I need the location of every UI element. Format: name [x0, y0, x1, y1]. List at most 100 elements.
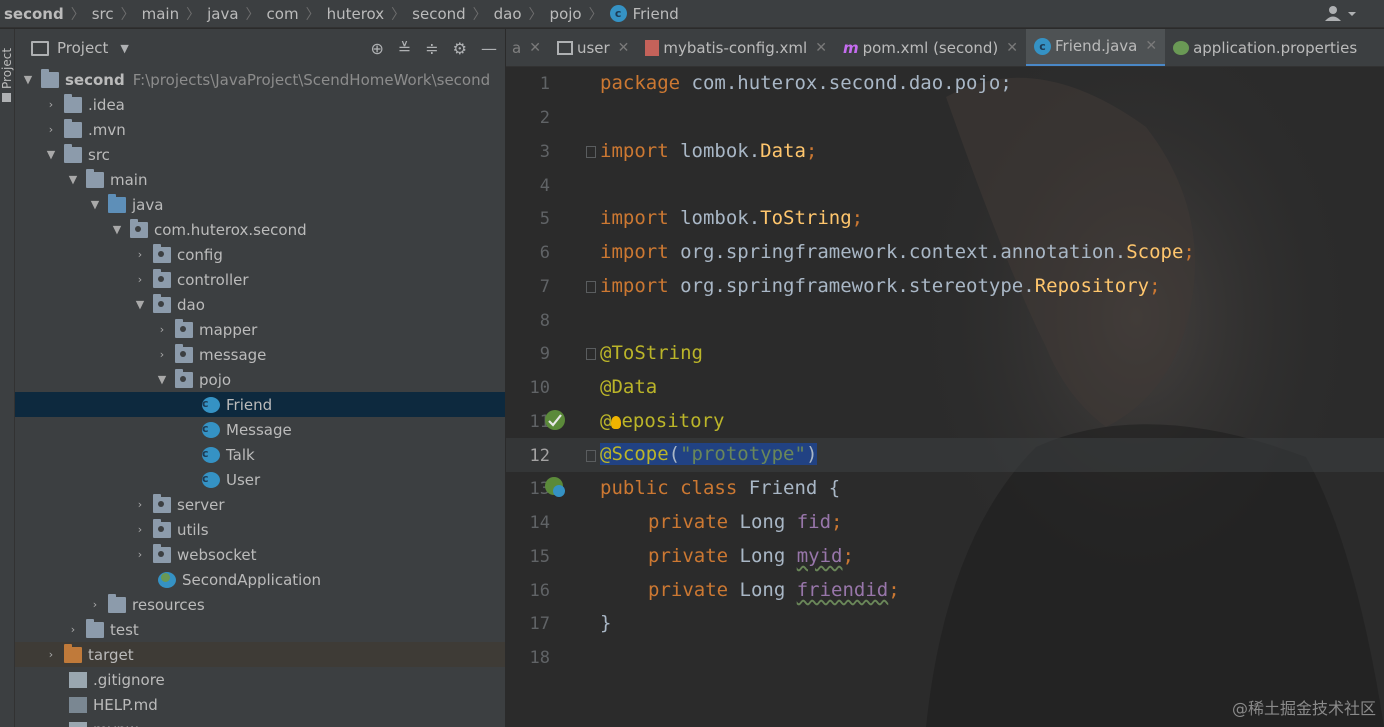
breadcrumb-item[interactable]: pojo 〉 — [550, 4, 610, 24]
tree-item-user[interactable]: c User — [15, 467, 505, 492]
breadcrumb-item[interactable]: dao 〉 — [494, 4, 550, 24]
tree-item-config[interactable]: › config — [15, 242, 505, 267]
tree-item-websocket[interactable]: › websocket — [15, 542, 505, 567]
folder-icon — [64, 118, 82, 138]
annotation-token: epository — [621, 410, 725, 432]
collapsed-arrow-icon[interactable]: › — [88, 598, 102, 611]
tree-item-friend[interactable]: c Friend — [15, 392, 505, 417]
fold-marker-icon[interactable] — [586, 146, 596, 158]
collapse-all-icon[interactable]: ≑ — [425, 39, 438, 58]
tree-item-message[interactable]: c Message — [15, 417, 505, 442]
punctuation-token: ; — [888, 579, 900, 601]
expanded-arrow-icon[interactable]: ▼ — [88, 198, 102, 211]
folder-icon — [64, 143, 82, 163]
collapsed-arrow-icon[interactable]: › — [155, 348, 169, 361]
breadcrumb-item[interactable]: huterox 〉 — [327, 4, 413, 24]
chevron-right-icon: 〉 — [588, 6, 603, 23]
collapsed-arrow-icon[interactable]: › — [66, 623, 80, 636]
breadcrumb-item[interactable]: second 〉 — [412, 4, 494, 24]
tree-item-idea[interactable]: › .idea — [15, 92, 505, 117]
tree-item-controller[interactable]: › controller — [15, 267, 505, 292]
punctuation-token: ; — [805, 140, 818, 162]
close-icon[interactable]: ✕ — [815, 40, 827, 56]
close-icon[interactable]: ✕ — [529, 40, 541, 56]
tree-item-talk[interactable]: c Talk — [15, 442, 505, 467]
tree-item-mapper[interactable]: › mapper — [15, 317, 505, 342]
dropdown-arrow-icon[interactable]: ▼ — [120, 42, 128, 55]
tree-item-package-root[interactable]: ▼ com.huterox.second — [15, 217, 505, 242]
package-icon — [153, 293, 171, 313]
tree-item-target[interactable]: › target — [15, 642, 505, 667]
chevron-right-icon: 〉 — [391, 6, 406, 23]
collapsed-arrow-icon[interactable]: › — [133, 273, 147, 286]
tree-item-secondapplication[interactable]: SecondApplication — [15, 567, 505, 592]
tab-truncated[interactable]: a ✕ — [506, 29, 549, 66]
tree-item-pojo[interactable]: ▼ pojo — [15, 367, 505, 392]
tree-item-help-md[interactable]: HELP.md — [15, 692, 505, 717]
breadcrumb-item[interactable]: src 〉 — [92, 4, 142, 24]
spring-bean-gutter-icon[interactable] — [544, 476, 566, 498]
tab-pom-xml[interactable]: m pom.xml (second) ✕ — [835, 29, 1026, 66]
tab-user[interactable]: user ✕ — [549, 29, 637, 66]
expanded-arrow-icon[interactable]: ▼ — [21, 73, 35, 86]
close-icon[interactable]: ✕ — [1145, 38, 1157, 54]
expanded-arrow-icon[interactable]: ▼ — [44, 148, 58, 161]
intention-lightbulb-icon[interactable] — [611, 416, 622, 429]
tree-item-mvn[interactable]: › .mvn — [15, 117, 505, 142]
tree-item-main[interactable]: ▼ main — [15, 167, 505, 192]
breadcrumb-item[interactable]: second 〉 — [4, 4, 92, 24]
fold-marker-icon[interactable] — [586, 281, 596, 293]
collapsed-arrow-icon[interactable]: › — [44, 98, 58, 111]
expanded-arrow-icon[interactable]: ▼ — [110, 223, 124, 236]
tree-item-label: websocket — [177, 545, 257, 564]
hide-panel-icon[interactable]: — — [481, 39, 497, 58]
user-account-icon[interactable] — [1324, 5, 1358, 27]
tree-item-mvnw[interactable]: mvnw — [15, 717, 505, 727]
collapsed-arrow-icon[interactable]: › — [44, 123, 58, 136]
tab-friend-java[interactable]: c Friend.java ✕ — [1026, 29, 1166, 66]
tab-mybatis-config[interactable]: mybatis-config.xml ✕ — [637, 29, 835, 66]
tree-item-gitignore[interactable]: .gitignore — [15, 667, 505, 692]
project-view-selector[interactable]: Project — [57, 39, 108, 57]
tree-item-server[interactable]: › server — [15, 492, 505, 517]
expanded-arrow-icon[interactable]: ▼ — [155, 373, 169, 386]
collapsed-arrow-icon[interactable]: › — [155, 323, 169, 336]
collapsed-arrow-icon[interactable]: › — [133, 498, 147, 511]
collapsed-arrow-icon[interactable]: › — [133, 523, 147, 536]
tab-application-properties[interactable]: application.properties — [1165, 29, 1365, 66]
breadcrumb-label: com — [266, 4, 299, 23]
settings-gear-icon[interactable]: ⚙ — [453, 39, 467, 58]
collapsed-arrow-icon[interactable]: › — [133, 548, 147, 561]
fold-marker-icon[interactable] — [586, 450, 596, 462]
project-tool-window-button[interactable]: Project — [0, 29, 14, 89]
code-line-16: private Long friendid; — [648, 579, 900, 601]
tree-item-dao[interactable]: ▼ dao — [15, 292, 505, 317]
close-icon[interactable]: ✕ — [1006, 40, 1018, 56]
tree-item-utils[interactable]: › utils — [15, 517, 505, 542]
expanded-arrow-icon[interactable]: ▼ — [133, 298, 147, 311]
tree-item-resources[interactable]: › resources — [15, 592, 505, 617]
collapsed-arrow-icon[interactable]: › — [133, 248, 147, 261]
package-icon — [153, 543, 171, 563]
tree-item-test[interactable]: › test — [15, 617, 505, 642]
tree-item-src[interactable]: ▼ src — [15, 142, 505, 167]
java-class-icon: c — [609, 5, 627, 22]
expanded-arrow-icon[interactable]: ▼ — [66, 173, 80, 186]
code-editor[interactable]: 1 2 3 4 5 6 7 8 9 10 11 12 13 14 15 16 1… — [506, 67, 1384, 727]
breadcrumb-item[interactable]: c Friend — [609, 5, 679, 23]
spring-bean-gutter-icon[interactable] — [544, 409, 566, 431]
breadcrumb-item[interactable]: main 〉 — [142, 4, 207, 24]
locate-target-icon[interactable]: ⊕ — [370, 39, 383, 58]
tree-item-second[interactable]: ▼ second F:\projects\JavaProject\ScendHome… — [15, 67, 505, 92]
tree-item-label: main — [110, 170, 148, 189]
breadcrumb-item[interactable]: java 〉 — [207, 4, 266, 24]
breadcrumb-label: pojo — [549, 4, 582, 23]
tree-item-java[interactable]: ▼ java — [15, 192, 505, 217]
fold-marker-icon[interactable] — [586, 348, 596, 360]
collapsed-arrow-icon[interactable]: › — [44, 648, 58, 661]
tool-window-icon[interactable] — [2, 93, 11, 102]
expand-all-icon[interactable]: ≚ — [398, 39, 411, 58]
tree-item-message-pkg[interactable]: › message — [15, 342, 505, 367]
close-icon[interactable]: ✕ — [618, 40, 630, 56]
breadcrumb-item[interactable]: com 〉 — [267, 4, 327, 24]
